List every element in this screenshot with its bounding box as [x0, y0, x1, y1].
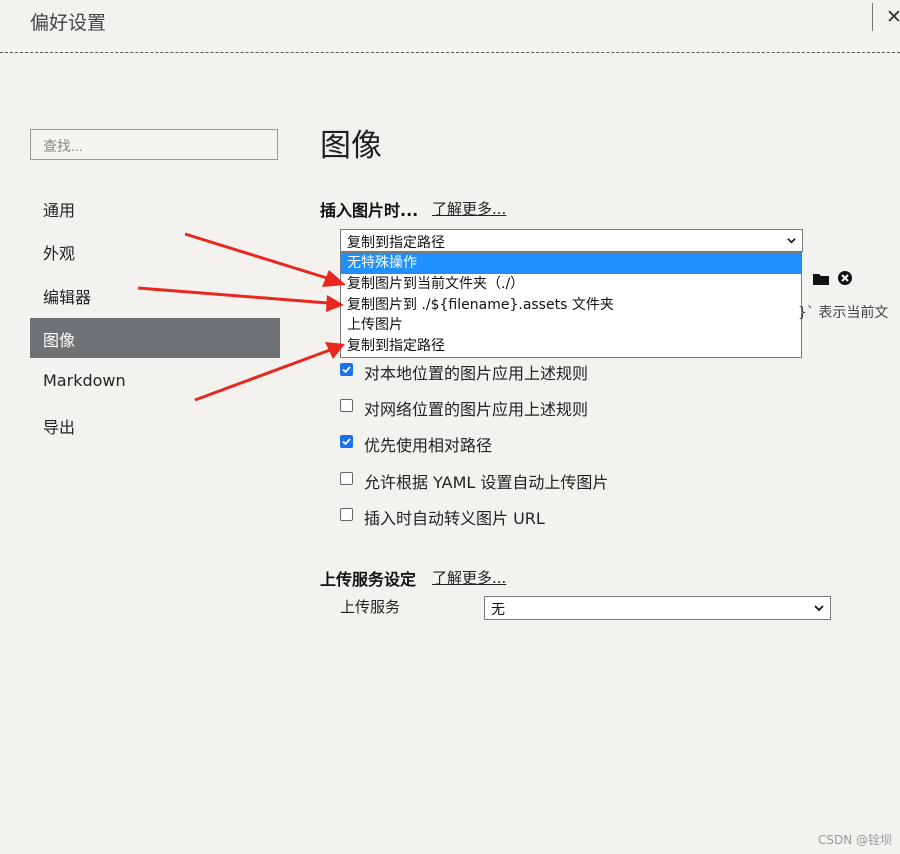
checkbox-label: 插入时自动转义图片 URL	[364, 509, 545, 528]
clear-icon[interactable]	[837, 270, 853, 286]
folder-icon[interactable]	[812, 271, 830, 287]
checkbox-label: 优先使用相对路径	[364, 436, 493, 455]
checkbox-escape-url[interactable]	[340, 508, 353, 521]
upload-service-select-value: 无	[491, 602, 505, 618]
sidebar-item-export[interactable]: 导出	[30, 405, 280, 445]
page-title: 图像	[320, 128, 382, 164]
checkbox-local-images[interactable]	[340, 363, 353, 376]
window-title: 偏好设置	[30, 12, 107, 34]
checkbox-network-images[interactable]	[340, 399, 353, 412]
sidebar-item-appearance[interactable]: 外观	[30, 231, 280, 271]
sidebar-item-editor[interactable]: 编辑器	[30, 275, 280, 315]
checkbox-label: 对本地位置的图片应用上述规则	[364, 364, 589, 383]
insert-image-dropdown: 无特殊操作 复制图片到当前文件夹（./） 复制图片到 ./${filename}…	[340, 252, 802, 358]
insert-image-select[interactable]: 复制到指定路径	[340, 229, 803, 252]
sidebar-item-markdown[interactable]: Markdown	[30, 362, 280, 402]
checkbox-yaml-upload[interactable]	[340, 472, 353, 485]
option-copy-assets-folder[interactable]: 复制图片到 ./${filename}.assets 文件夹	[341, 295, 801, 316]
chevron-down-icon	[814, 605, 824, 612]
upload-learn-more-link[interactable]: 了解更多...	[432, 567, 506, 588]
watermark: CSDN @铨坝	[818, 833, 893, 847]
path-hint-text: }` 表示当前文	[798, 305, 889, 321]
option-no-action[interactable]: 无特殊操作	[341, 253, 801, 274]
insert-learn-more-link[interactable]: 了解更多...	[432, 198, 506, 219]
title-divider	[872, 3, 873, 31]
option-copy-custom-path[interactable]: 复制到指定路径	[341, 336, 801, 357]
close-icon[interactable]: ✕	[886, 6, 900, 28]
checkbox-relative-path[interactable]	[340, 435, 353, 448]
option-upload[interactable]: 上传图片	[341, 315, 801, 336]
search-input[interactable]: 查找...	[30, 129, 278, 160]
upload-service-heading: 上传服务设定	[320, 570, 417, 589]
upload-service-label: 上传服务	[340, 598, 401, 616]
upload-service-select[interactable]: 无	[484, 596, 831, 620]
title-bar: 偏好设置 ✕	[0, 0, 900, 52]
insert-image-heading: 插入图片时...	[320, 201, 419, 220]
header-divider	[0, 52, 900, 53]
option-copy-current-folder[interactable]: 复制图片到当前文件夹（./）	[341, 274, 801, 295]
sidebar-item-image[interactable]: 图像	[30, 318, 280, 358]
sidebar-item-general[interactable]: 通用	[30, 188, 280, 228]
checkbox-label: 对网络位置的图片应用上述规则	[364, 400, 589, 419]
chevron-down-icon	[787, 238, 796, 244]
insert-image-select-value: 复制到指定路径	[347, 235, 445, 251]
checkbox-label: 允许根据 YAML 设置自动上传图片	[364, 473, 609, 492]
